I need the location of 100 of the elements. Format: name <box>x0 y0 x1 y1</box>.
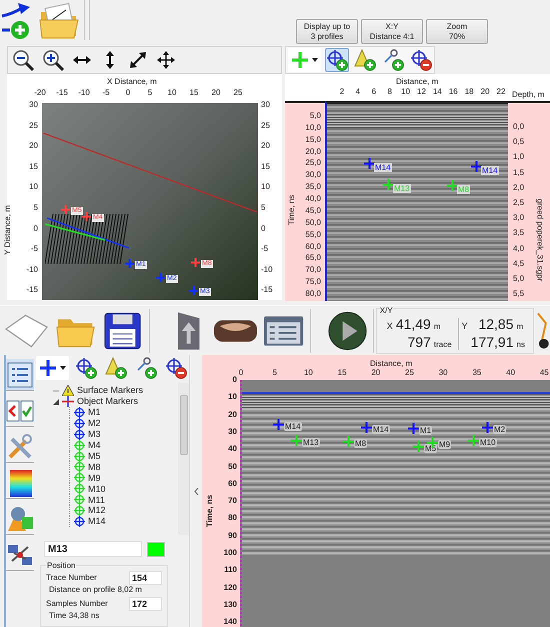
upload-arrow-icon[interactable] <box>176 310 202 352</box>
number-field[interactable]: 154 <box>129 571 162 585</box>
axis-tick-label: 5,5 <box>513 289 524 298</box>
axis-title: Depth, m <box>512 89 544 101</box>
marker-label: M14 <box>372 425 390 434</box>
tree-item[interactable]: Object Markers <box>77 396 138 407</box>
axis-tick-label: 6 <box>370 86 378 98</box>
axis-tick-label: -10 <box>25 264 38 276</box>
axis-tick-label: 25 <box>261 120 271 132</box>
axis-tick-label: 60,0 <box>304 242 321 251</box>
tree-scrollbar[interactable] <box>178 383 189 535</box>
view-option-button[interactable]: Display up to 3 profiles <box>296 19 358 44</box>
add-surface-marker-button[interactable] <box>353 48 377 72</box>
save-icon[interactable] <box>104 310 142 350</box>
axis-tick-label: 2 <box>338 86 346 98</box>
tree-item[interactable]: M3 <box>88 429 101 440</box>
axis-tick-label: 50,0 <box>304 218 321 227</box>
tree-item[interactable]: M9 <box>88 472 101 483</box>
remove-marker-button[interactable] <box>409 48 433 72</box>
axis-tick-label: 0 <box>124 87 132 99</box>
axis-tick-label: 2,0 <box>513 182 524 192</box>
marker-label: M13 <box>302 438 320 447</box>
tree-item[interactable]: M8 <box>88 462 101 472</box>
axis-tick-label: 130 <box>222 600 237 609</box>
axis-tick-label: 35,0 <box>304 182 321 192</box>
file-name-label: greed poperek_31.sgpr <box>534 198 546 282</box>
add-object-marker-button[interactable] <box>73 356 99 380</box>
field-label: Samples Number <box>46 598 108 610</box>
tree-item[interactable]: M11 <box>88 494 105 505</box>
move-arrows-icon[interactable] <box>156 50 176 70</box>
tree-item[interactable]: M4 <box>88 440 101 450</box>
axis-tick-label: 140 <box>222 617 237 626</box>
axis-title: Time, ns <box>286 194 298 226</box>
axis-tick-label: 16 <box>448 86 459 98</box>
chevron-left-icon[interactable] <box>194 488 198 494</box>
add-marker-dropdown[interactable] <box>36 356 69 380</box>
tree-item[interactable]: M1 <box>88 407 101 418</box>
tree-item[interactable]: M5 <box>88 451 101 461</box>
add-surface-marker-button[interactable] <box>103 356 129 380</box>
axis-tick-label: 80,0 <box>304 289 321 298</box>
side-tab[interactable] <box>6 467 34 499</box>
crosshair-icon <box>62 396 74 407</box>
axis-tick-label: 2,5 <box>513 198 524 207</box>
view-option-button[interactable]: X:Y Distance 4:1 <box>361 19 423 44</box>
group-title: Position <box>46 561 76 570</box>
axis-tick-label: 18 <box>464 86 475 98</box>
readout-value: 177,91 <box>470 334 514 351</box>
open-folder-icon[interactable] <box>38 2 80 40</box>
axis-tick-label: 20 <box>261 140 271 152</box>
route-add-icon[interactable] <box>0 2 32 40</box>
play-icon[interactable] <box>326 310 368 352</box>
axis-tick-label: 10 <box>166 87 178 99</box>
axis-tick-label: 30 <box>227 426 237 436</box>
remove-marker-button[interactable] <box>163 356 189 380</box>
add-object-marker-button[interactable] <box>325 48 349 72</box>
color-swatch[interactable] <box>147 542 165 556</box>
axis-tick-label: 40,0 <box>304 194 321 204</box>
tree-item[interactable]: M12 <box>88 505 106 516</box>
view-option-button[interactable]: Zoom 70% <box>426 19 488 44</box>
axis-tick-label: 25 <box>28 120 38 132</box>
marker-name-field[interactable]: M13 <box>44 541 142 557</box>
readout-unit: m <box>434 321 442 334</box>
scrollbar-thumb[interactable] <box>180 395 188 455</box>
axis-tick-label: 15 <box>336 367 348 379</box>
diagonal-arrows-icon[interactable] <box>128 50 148 70</box>
tree-item[interactable]: M2 <box>88 418 101 428</box>
axis-tick-label: 15,0 <box>304 134 321 144</box>
axis-tick-label: 25,0 <box>304 158 321 168</box>
shapes-icon <box>6 504 34 532</box>
axis-title: Y Distance, m <box>2 205 13 255</box>
axis-tick-label: 5,0 <box>308 111 321 120</box>
axis-tick-label: 4,0 <box>513 244 524 253</box>
panel-list-icon[interactable] <box>262 314 304 348</box>
zoom-in-icon[interactable] <box>42 49 64 71</box>
readout-unit: m <box>516 321 524 334</box>
axis-tick-label: 15 <box>261 160 271 173</box>
axis-tick-label: 60 <box>227 478 237 488</box>
tree-item[interactable]: M10 <box>88 484 106 494</box>
axis-tick-label: 40 <box>227 444 237 454</box>
readout-value: 41,49 <box>396 316 431 334</box>
tree-item[interactable]: Surface Markers <box>77 385 144 396</box>
add-marker-dropdown[interactable] <box>288 48 321 72</box>
marker-label: M1 <box>419 426 432 435</box>
axis-tick-label: 10 <box>227 392 237 402</box>
marker-label: M14 <box>374 163 392 172</box>
scooter-icon[interactable] <box>536 310 550 350</box>
readout-title: X/Y <box>380 306 393 314</box>
axis-tick-label: 65,0 <box>304 253 321 262</box>
axis-tick-label: 25 <box>404 367 415 379</box>
collapse-icon[interactable] <box>53 398 59 404</box>
zoom-out-icon[interactable] <box>12 49 34 71</box>
readout-label: X <box>386 320 393 334</box>
number-field[interactable]: 172 <box>129 597 162 611</box>
tree-item[interactable]: M14 <box>88 516 106 526</box>
side-tab[interactable] <box>6 359 34 391</box>
axis-tick-label: 12 <box>416 86 427 98</box>
axis-tick-label: 3,0 <box>513 213 524 222</box>
axis-tick-label: 0 <box>232 375 237 384</box>
marker-label: M10 <box>479 438 497 447</box>
axis-tick-label: -20 <box>33 87 47 99</box>
